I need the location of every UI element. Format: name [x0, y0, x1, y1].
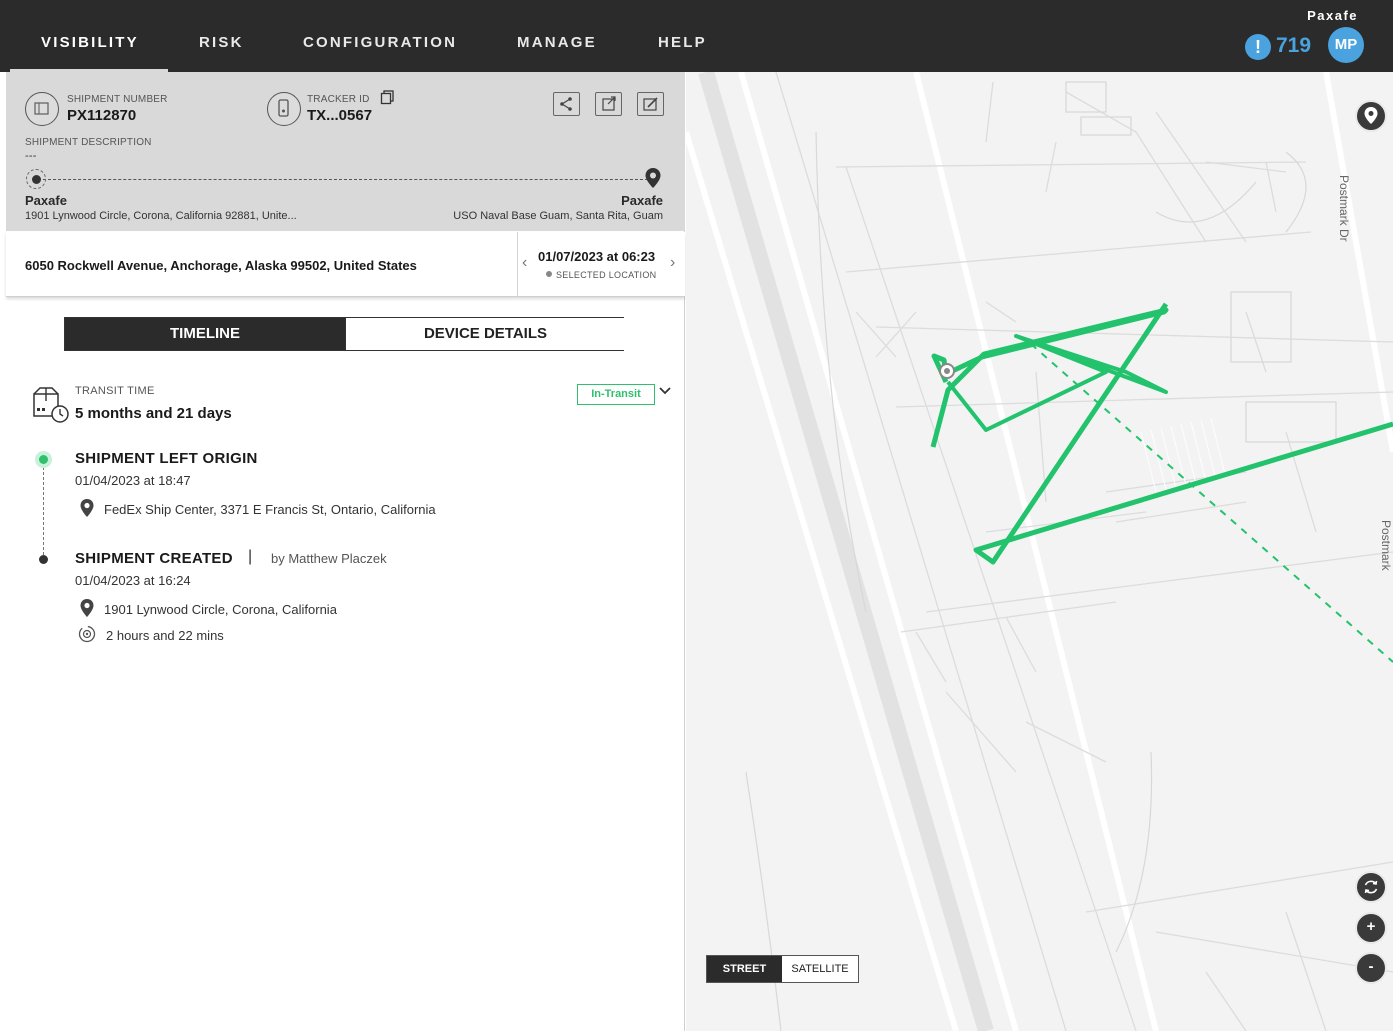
package-icon — [25, 92, 59, 126]
duration-clock-icon — [78, 625, 96, 648]
origin-name: Paxafe — [25, 193, 67, 208]
shipment-number-label: SHIPMENT NUMBER — [67, 94, 168, 105]
tracker-icon — [267, 92, 301, 126]
zoom-out-button[interactable]: - — [1355, 952, 1387, 984]
transit-time-value: 5 months and 21 days — [75, 405, 232, 422]
selected-location-datetime: 01/07/2023 at 06:23 — [538, 249, 656, 264]
selected-location-caption: SELECTED LOCATION — [546, 270, 656, 280]
street-label: Postmark — [1379, 520, 1393, 571]
destination-address: USO Naval Base Guam, Santa Rita, Guam — [453, 210, 663, 222]
brand-name: Paxafe — [1307, 8, 1358, 23]
alert-icon[interactable]: ! — [1245, 34, 1271, 60]
event-duration: 2 hours and 22 mins — [106, 628, 224, 643]
nav-visibility[interactable]: VISIBILITY — [41, 34, 139, 51]
map-canvas[interactable] — [686, 72, 1393, 1031]
satellite-view-button[interactable]: SATELLITE — [782, 956, 858, 982]
route-line — [43, 179, 653, 180]
avatar[interactable]: MP — [1328, 27, 1364, 63]
nav-risk[interactable]: RISK — [199, 34, 244, 51]
timeline-dot — [39, 555, 48, 564]
alert-count[interactable]: 719 — [1276, 34, 1311, 58]
timeline-connector — [43, 467, 44, 555]
top-nav: VISIBILITY RISK CONFIGURATION MANAGE HEL… — [0, 0, 1393, 72]
tracker-id: TX...0567 — [307, 107, 373, 124]
shipment-panel: SHIPMENT NUMBER PX112870 TRACKER ID TX..… — [6, 72, 685, 1031]
tracker-id-label: TRACKER ID — [307, 94, 370, 105]
tab-timeline[interactable]: TIMELINE — [65, 318, 345, 350]
separator: | — [248, 548, 253, 565]
zoom-in-button[interactable]: + — [1355, 912, 1387, 944]
street-label: Postmark Dr — [1337, 175, 1351, 242]
next-location-chevron-icon[interactable]: › — [670, 254, 675, 272]
prev-location-chevron-icon[interactable]: ‹ — [522, 254, 527, 272]
status-badge: In-Transit — [577, 384, 655, 405]
panel-tabs: TIMELINE DEVICE DETAILS — [64, 317, 625, 351]
plus-icon: + — [1366, 918, 1376, 935]
event-title: SHIPMENT CREATED — [75, 550, 233, 567]
shipment-description: --- — [25, 150, 37, 162]
minus-icon: - — [1368, 958, 1374, 975]
origin-marker-icon — [26, 169, 46, 189]
shipment-description-label: SHIPMENT DESCRIPTION — [25, 137, 152, 148]
open-external-button[interactable] — [595, 92, 622, 116]
transit-time-icon — [32, 386, 70, 429]
map-type-toggle: STREET SATELLITE — [706, 955, 859, 983]
copy-icon[interactable] — [380, 90, 395, 110]
destination-name: Paxafe — [621, 193, 663, 208]
edit-button[interactable] — [637, 92, 664, 116]
event-date: 01/04/2023 at 16:24 — [75, 573, 191, 588]
share-icon — [560, 97, 572, 111]
external-link-icon — [602, 96, 616, 111]
event-location: 1901 Lynwood Circle, Corona, California — [104, 602, 337, 617]
location-pin-icon — [79, 498, 95, 523]
shipment-header: SHIPMENT NUMBER PX112870 TRACKER ID TX..… — [6, 72, 685, 231]
map-pin-icon — [1364, 107, 1378, 124]
map[interactable]: Postmark Dr Postmark + - STREET SATELLIT… — [686, 72, 1393, 1031]
event-title: SHIPMENT LEFT ORIGIN — [75, 450, 258, 467]
nav-configuration[interactable]: CONFIGURATION — [303, 34, 457, 51]
location-pin-icon — [79, 598, 95, 623]
timeline-dot-active — [35, 451, 52, 468]
event-location: FedEx Ship Center, 3371 E Francis St, On… — [104, 502, 436, 517]
share-button[interactable] — [553, 92, 580, 116]
street-view-button[interactable]: STREET — [707, 956, 782, 982]
event-date: 01/04/2023 at 18:47 — [75, 473, 191, 488]
destination-pin-icon — [644, 167, 662, 194]
nav-manage[interactable]: MANAGE — [517, 34, 597, 51]
chevron-down-icon[interactable] — [658, 384, 672, 401]
refresh-button[interactable] — [1355, 871, 1387, 903]
edit-icon — [643, 97, 658, 111]
refresh-icon — [1364, 880, 1378, 894]
location-pin-button[interactable] — [1355, 100, 1387, 132]
transit-time-label: TRANSIT TIME — [75, 385, 155, 397]
nav-help[interactable]: HELP — [658, 34, 707, 51]
tab-device-details[interactable]: DEVICE DETAILS — [345, 318, 625, 350]
event-author: by Matthew Placzek — [271, 551, 387, 566]
divider — [517, 232, 518, 297]
selected-location-address: 6050 Rockwell Avenue, Anchorage, Alaska … — [25, 258, 417, 273]
shipment-number: PX112870 — [67, 107, 137, 124]
origin-address: 1901 Lynwood Circle, Corona, California … — [25, 210, 297, 222]
selected-location-bar: 6050 Rockwell Avenue, Anchorage, Alaska … — [6, 232, 685, 297]
